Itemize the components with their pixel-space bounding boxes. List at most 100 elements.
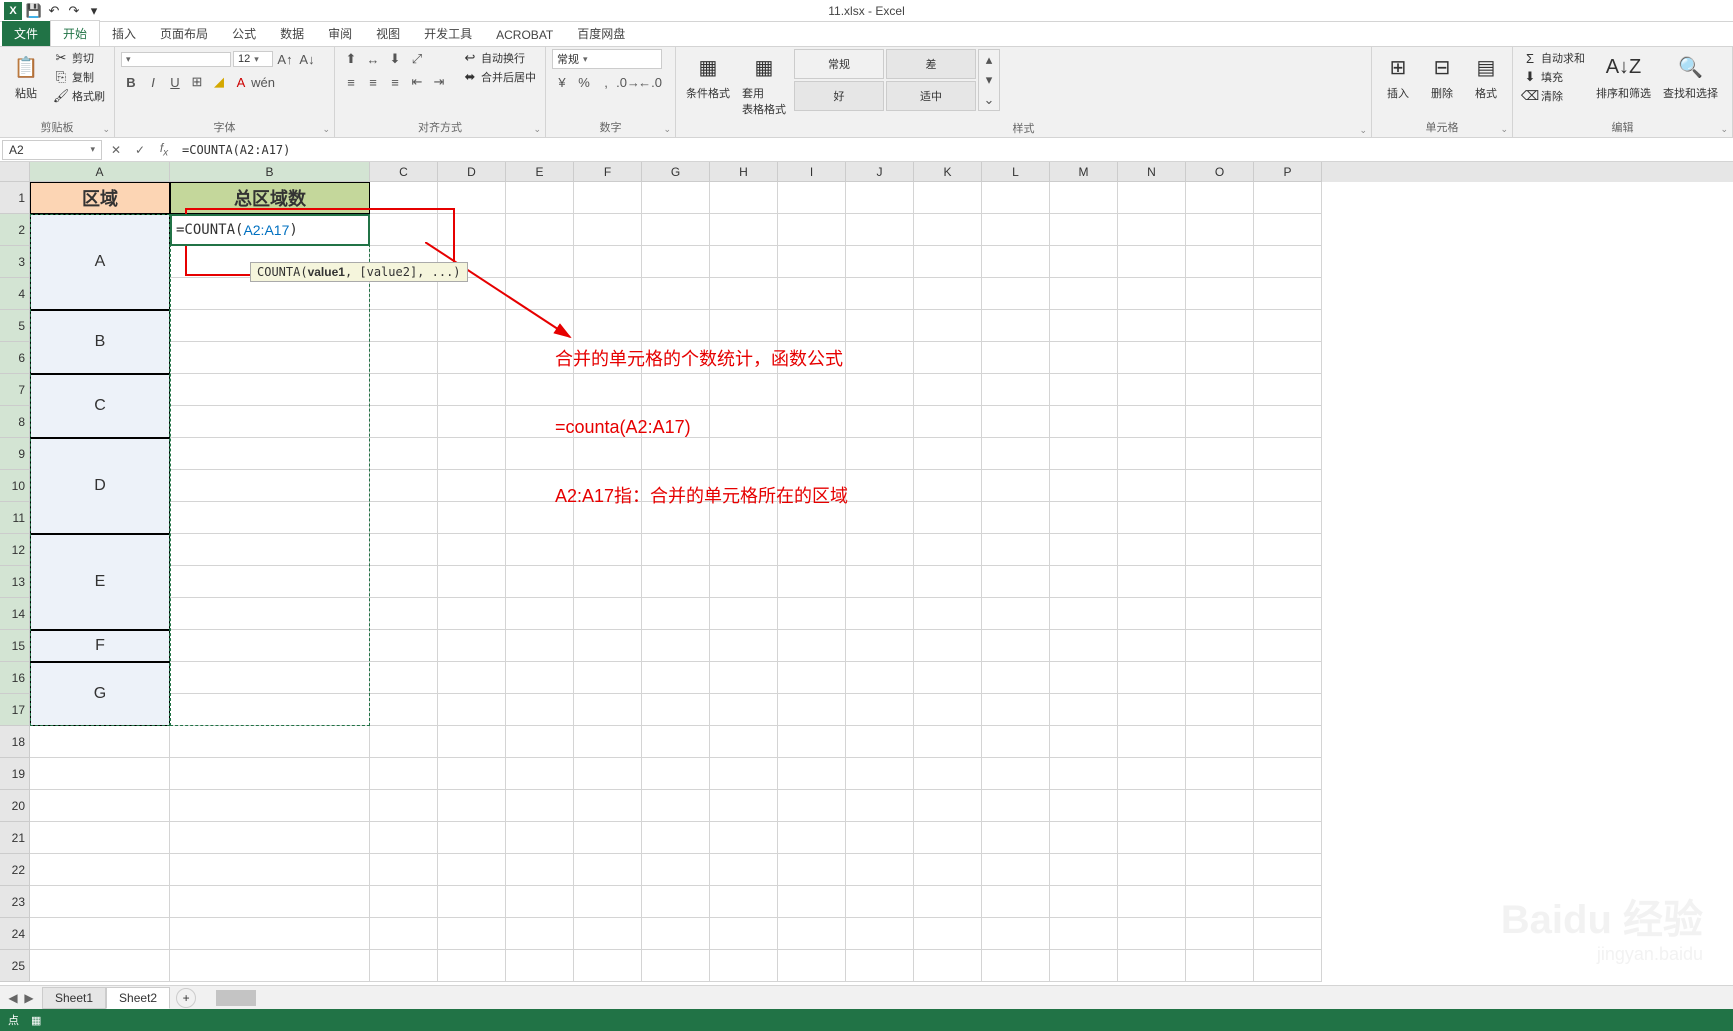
cell[interactable] xyxy=(778,214,846,246)
row-header-22[interactable]: 22 xyxy=(0,854,30,886)
cell[interactable] xyxy=(574,854,642,886)
conditional-format-button[interactable]: ▦条件格式 xyxy=(682,49,734,103)
cell[interactable] xyxy=(574,566,642,598)
cell[interactable] xyxy=(642,790,710,822)
cell[interactable] xyxy=(370,822,438,854)
cell[interactable] xyxy=(778,278,846,310)
cell[interactable] xyxy=(982,182,1050,214)
cell[interactable] xyxy=(982,502,1050,534)
cell[interactable] xyxy=(370,502,438,534)
cell[interactable] xyxy=(30,918,170,950)
cell[interactable] xyxy=(778,790,846,822)
cell[interactable] xyxy=(1050,630,1118,662)
col-header-K[interactable]: K xyxy=(914,162,982,182)
sheet-tab-2[interactable]: Sheet2 xyxy=(106,987,170,1009)
cell[interactable] xyxy=(506,246,574,278)
cell[interactable] xyxy=(914,406,982,438)
cell[interactable] xyxy=(914,470,982,502)
cell[interactable] xyxy=(1118,822,1186,854)
cell[interactable] xyxy=(1050,182,1118,214)
cell[interactable] xyxy=(1118,886,1186,918)
tab-home[interactable]: 开始 xyxy=(50,20,100,46)
cell[interactable] xyxy=(506,950,574,982)
cell[interactable] xyxy=(370,598,438,630)
cell[interactable] xyxy=(574,662,642,694)
col-header-E[interactable]: E xyxy=(506,162,574,182)
redo-icon[interactable]: ↷ xyxy=(66,3,82,19)
cell[interactable] xyxy=(642,310,710,342)
cell[interactable] xyxy=(710,886,778,918)
cell[interactable] xyxy=(914,854,982,886)
cell[interactable] xyxy=(778,246,846,278)
cell[interactable] xyxy=(778,598,846,630)
cell[interactable] xyxy=(1050,758,1118,790)
cell[interactable] xyxy=(846,470,914,502)
cell[interactable] xyxy=(1254,726,1322,758)
cell[interactable] xyxy=(370,278,438,310)
cell[interactable] xyxy=(914,502,982,534)
cell[interactable] xyxy=(1118,630,1186,662)
cell[interactable] xyxy=(438,182,506,214)
cell[interactable] xyxy=(170,726,370,758)
align-middle-icon[interactable]: ↔ xyxy=(363,49,383,69)
currency-icon[interactable]: ¥ xyxy=(552,72,572,92)
cell[interactable] xyxy=(1050,886,1118,918)
decrease-decimal-icon[interactable]: ←.0 xyxy=(640,72,660,92)
insert-function-icon[interactable]: fx xyxy=(152,140,176,160)
cell[interactable] xyxy=(370,662,438,694)
cell[interactable] xyxy=(642,278,710,310)
cell[interactable] xyxy=(846,694,914,726)
align-left-icon[interactable]: ≡ xyxy=(341,72,361,92)
cell[interactable] xyxy=(438,790,506,822)
cell[interactable] xyxy=(1186,246,1254,278)
cell[interactable] xyxy=(1254,374,1322,406)
cell[interactable] xyxy=(1186,182,1254,214)
cell[interactable] xyxy=(370,694,438,726)
cell[interactable] xyxy=(778,822,846,854)
insert-cells-button[interactable]: ⊞插入 xyxy=(1378,49,1418,103)
cell[interactable] xyxy=(914,182,982,214)
cell[interactable] xyxy=(846,662,914,694)
cell[interactable] xyxy=(370,726,438,758)
cell[interactable] xyxy=(438,822,506,854)
cell[interactable] xyxy=(574,726,642,758)
row-header-1[interactable]: 1 xyxy=(0,182,30,214)
cell[interactable] xyxy=(506,630,574,662)
cell[interactable] xyxy=(506,214,574,246)
col-header-G[interactable]: G xyxy=(642,162,710,182)
cell[interactable] xyxy=(1186,886,1254,918)
cell[interactable] xyxy=(574,886,642,918)
gallery-down-icon[interactable]: ▾ xyxy=(979,70,999,90)
cell[interactable] xyxy=(370,406,438,438)
cell[interactable] xyxy=(914,534,982,566)
cell[interactable] xyxy=(710,726,778,758)
autosum-button[interactable]: Σ自动求和 xyxy=(1519,49,1588,67)
cell[interactable] xyxy=(1118,214,1186,246)
align-bottom-icon[interactable]: ⬇ xyxy=(385,49,405,69)
increase-decimal-icon[interactable]: .0→ xyxy=(618,72,638,92)
border-icon[interactable]: ⊞ xyxy=(187,72,207,92)
number-format-dropdown[interactable]: 常规 xyxy=(552,49,662,69)
cell[interactable] xyxy=(1254,534,1322,566)
cell[interactable] xyxy=(1050,566,1118,598)
cell[interactable] xyxy=(982,342,1050,374)
cell[interactable] xyxy=(710,662,778,694)
cell[interactable] xyxy=(982,694,1050,726)
cell[interactable] xyxy=(846,534,914,566)
cell[interactable] xyxy=(438,758,506,790)
cell[interactable] xyxy=(574,598,642,630)
cell[interactable] xyxy=(506,854,574,886)
cell[interactable] xyxy=(438,598,506,630)
cell[interactable] xyxy=(438,502,506,534)
cell[interactable] xyxy=(982,790,1050,822)
cell[interactable] xyxy=(982,950,1050,982)
cell[interactable] xyxy=(1118,566,1186,598)
row-header-15[interactable]: 15 xyxy=(0,630,30,662)
cell[interactable] xyxy=(710,534,778,566)
decrease-indent-icon[interactable]: ⇤ xyxy=(407,72,427,92)
row-header-18[interactable]: 18 xyxy=(0,726,30,758)
cell[interactable] xyxy=(170,886,370,918)
cell[interactable] xyxy=(574,950,642,982)
cell[interactable] xyxy=(170,918,370,950)
font-size-dropdown[interactable]: 12 xyxy=(233,51,273,67)
